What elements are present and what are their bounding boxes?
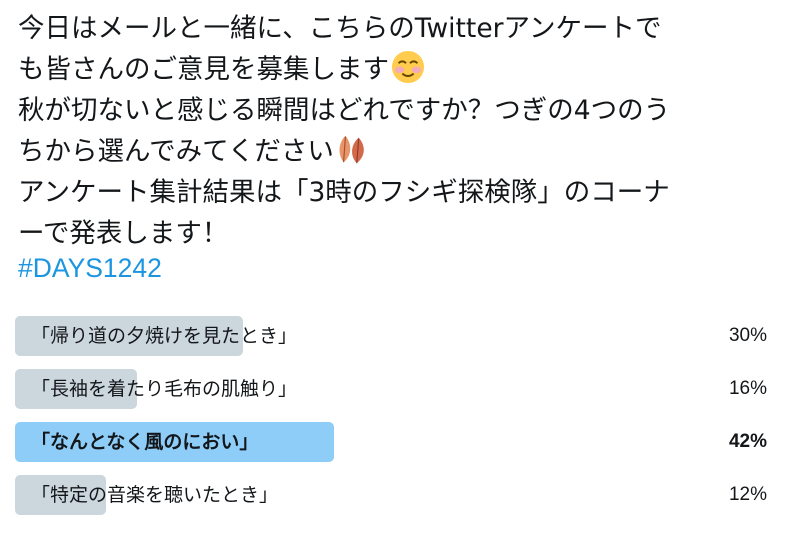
smiling-face-emoji-icon <box>391 50 425 84</box>
hashtag-link[interactable]: #DAYS1242 <box>18 248 162 289</box>
tweet-text: 今日はメールと一緒に、こちらのTwitterアンケートで も皆さんのご意見を募集… <box>18 8 788 254</box>
tweet-line: 今日はメールと一緒に、こちらのTwitterアンケートで <box>18 13 662 44</box>
poll-option-percent: 30% <box>728 325 767 346</box>
poll: 「帰り道の夕焼けを見たとき」 30% 「長袖を着たり毛布の肌触り」 16% 「なんとなく… <box>15 316 775 528</box>
poll-option-percent: 42% <box>728 431 767 452</box>
poll-option-label: 「特定の音楽を聴いたとき」 <box>31 484 279 506</box>
tweet-line: も皆さんのご意見を募集します <box>18 49 788 90</box>
poll-option: 「なんとなく風のにおい」 42% <box>15 422 775 462</box>
poll-option-percent: 12% <box>728 484 767 505</box>
poll-option: 「特定の音楽を聴いたとき」 12% <box>15 475 775 515</box>
poll-option-label: 「帰り道の夕焼けを見たとき」 <box>31 325 298 347</box>
poll-option-percent: 16% <box>728 378 767 399</box>
poll-option-label: 「なんとなく風のにおい」 <box>31 431 259 453</box>
poll-option: 「帰り道の夕焼けを見たとき」 30% <box>15 316 775 356</box>
tweet-line: ちから選んでみてください <box>18 131 788 172</box>
poll-option-label: 「長袖を着たり毛布の肌触り」 <box>31 378 298 400</box>
poll-option: 「長袖を着たり毛布の肌触り」 16% <box>15 369 775 409</box>
tweet-line: アンケート集計結果は「3時のフシギ探検隊」のコーナ <box>18 177 670 208</box>
fallen-leaves-emoji-icon <box>339 135 364 164</box>
tweet-line: 秋が切ないと感じる瞬間はどれですか？つぎの4つのう <box>18 95 671 126</box>
